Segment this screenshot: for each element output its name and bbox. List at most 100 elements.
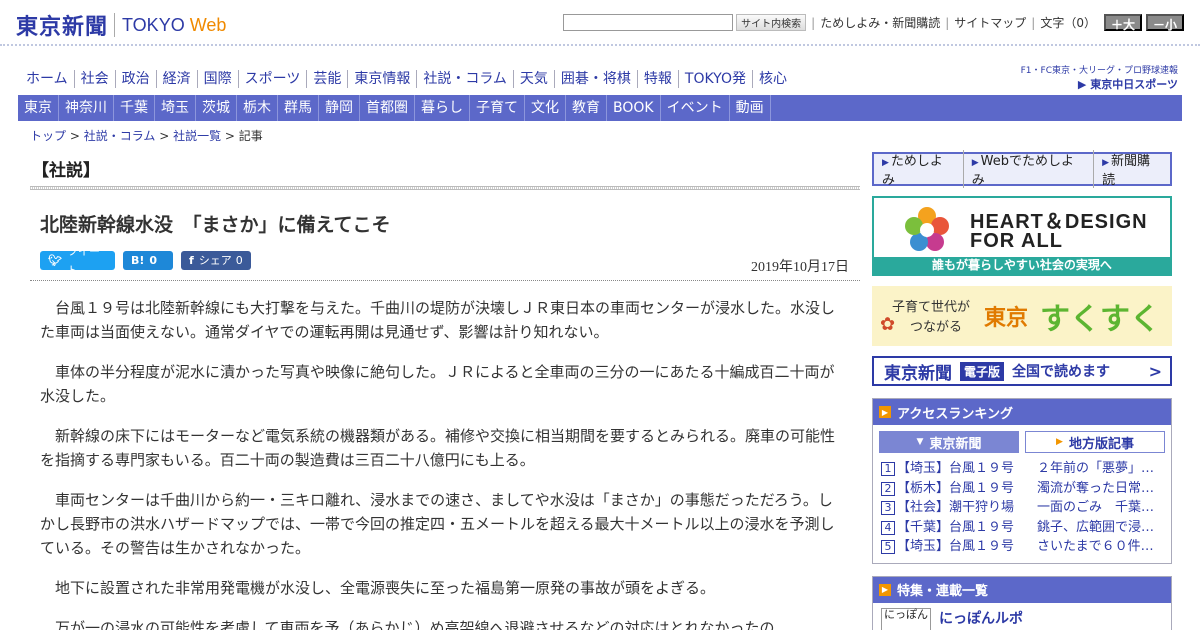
breadcrumb: トップ > 社説・コラム > 社説一覧 > 記事	[30, 127, 263, 144]
list-item[interactable]: 5 【埼玉】台風１９号 さいたまで６０件浸…	[881, 537, 1163, 557]
site-logo[interactable]: 東京新聞 TOKYO Web	[16, 9, 226, 41]
subnav-item-book[interactable]: BOOK	[607, 95, 661, 121]
web-trial-read-label: Webでためしよみ	[971, 154, 1074, 188]
subnav-item-ibaraki[interactable]: 茨城	[196, 95, 237, 121]
sukusuku-tagline-1: 子育て世代が	[892, 300, 971, 315]
nav-item-entertainment[interactable]: 芸能	[307, 70, 349, 88]
subnav-item-shizuoka[interactable]: 静岡	[319, 95, 360, 121]
nav-item-politics[interactable]: 政治	[116, 70, 157, 88]
triangle-right-icon: ▶	[1102, 158, 1109, 168]
tab-tokyo-shimbun-label: 東京新聞	[929, 436, 982, 452]
list-item[interactable]: 2 【栃木】台風１９号 濁流が奪った日常 …	[881, 479, 1163, 499]
tab-tokyo-shimbun[interactable]: ▼ 東京新聞	[879, 431, 1019, 453]
list-item[interactable]: 4 【千葉】台風１９号 銚子、広範囲で浸水…	[881, 518, 1163, 538]
digital-edition-banner[interactable]: 東京新聞 電子版 全国で読めます >	[872, 356, 1172, 386]
triangle-right-icon: ▶	[882, 158, 889, 168]
rank-title: 銚子、広範囲で浸水…	[1037, 519, 1163, 535]
nav-item-home[interactable]: ホーム	[20, 70, 75, 88]
rank-tag: 【栃木】台風１９号	[897, 480, 1015, 496]
flower-logo-icon	[905, 207, 949, 251]
rank-number: 1	[881, 462, 895, 476]
web-trial-read-link[interactable]: ▶ Webでためしよみ	[964, 150, 1095, 188]
site-search-button[interactable]: サイト内検索	[736, 14, 807, 31]
tab-regional-articles[interactable]: ▶ 地方版記事	[1025, 431, 1165, 453]
nav-item-weather[interactable]: 天気	[514, 70, 555, 88]
subnav-item-event[interactable]: イベント	[661, 95, 730, 121]
site-header: 東京新聞 TOKYO Web サイト内検索 | ためしよみ・新聞購読 | サイト…	[0, 0, 1200, 46]
subnav-item-shutoken[interactable]: 首都圏	[360, 95, 415, 121]
share-buttons: 🐦︎ ツイート B! 0 f シェア 0	[40, 245, 259, 277]
rank-number: 2	[881, 481, 895, 496]
sitemap-link[interactable]: サイトマップ	[954, 14, 1026, 31]
font-larger-button[interactable]: ＋大	[1103, 14, 1142, 32]
article-date-divider	[30, 280, 860, 281]
sukusuku-tagline-2: つながる	[910, 320, 963, 335]
header-tools: サイト内検索 | ためしよみ・新聞購読 | サイトマップ | 文字（0） ＋大 …	[563, 14, 1184, 32]
nav-item-sports[interactable]: スポーツ	[239, 70, 308, 88]
subnav-item-saitama[interactable]: 埼玉	[155, 95, 196, 121]
list-item[interactable]: 3 【社会】潮干狩り場 一面のごみ 千葉・…	[881, 498, 1163, 518]
subnav-item-education[interactable]: 教育	[566, 95, 607, 121]
rank-tag: 【埼玉】台風１９号	[897, 539, 1015, 554]
rank-title: 一面のごみ 千葉・…	[1037, 500, 1163, 515]
regional-nav: 東京 神奈川 千葉 埼玉 茨城 栃木 群馬 静岡 首都圏 暮らし 子育て 文化 …	[18, 95, 1182, 121]
subnav-item-kanagawa[interactable]: 神奈川	[59, 95, 114, 121]
rank-title: ２年前の「悪夢」再…	[1037, 461, 1163, 476]
subnav-item-gunma[interactable]: 群馬	[278, 95, 319, 121]
list-item[interactable]: 1 【埼玉】台風１９号 ２年前の「悪夢」再…	[881, 459, 1163, 479]
logo-web: Web	[189, 14, 227, 35]
subnav-item-living[interactable]: 暮らし	[415, 95, 470, 121]
triangle-right-icon: ▶	[1056, 437, 1063, 447]
trial-read-label: ためしよみ	[882, 154, 943, 188]
heart-design-banner[interactable]: HEART＆DESIGN FOR ALL 誰もが暮らしやすい社会の実現へ	[872, 196, 1172, 276]
nav-item-go-shogi[interactable]: 囲碁・将棋	[555, 70, 638, 88]
rank-tag: 【千葉】台風１９号	[897, 519, 1015, 535]
tokyo-sukusuku-banner[interactable]: ✿ 子育て世代が つながる 東京 すくすく	[872, 286, 1172, 346]
square-arrow-icon: ▶	[879, 583, 891, 596]
feature-item[interactable]: にっぽん にっぽんルポ	[873, 603, 1171, 630]
nav-item-tokyo-hatsu[interactable]: TOKYO発	[679, 70, 753, 88]
logo-divider	[114, 13, 116, 37]
subnav-item-culture[interactable]: 文化	[525, 95, 566, 121]
triangle-down-icon: ▼	[916, 437, 924, 447]
hatena-bookmark-button[interactable]: B! 0	[123, 251, 173, 270]
sukusuku-title: すくすく	[1040, 302, 1160, 337]
sidebar: ▶ ためしよみ ▶ Webでためしよみ ▶ 新聞購読 HEART＆DESIGN FOR…	[872, 150, 1172, 630]
article-headline: 北陸新幹線水没 「まさか」に備えてこそ	[40, 214, 391, 236]
font-smaller-button[interactable]: －小	[1145, 14, 1184, 32]
trial-subscribe-link[interactable]: ためしよみ・新聞購読	[820, 14, 940, 31]
chunichi-sports-banner[interactable]: F1・FC東京・大リーグ・プロ野球速報 ▶ 東京中日スポーツ	[1021, 63, 1178, 92]
header-dotted-divider	[0, 44, 1200, 47]
tweet-label: ツイート	[66, 244, 100, 277]
nav-item-society[interactable]: 社会	[75, 70, 116, 88]
nav-item-tokuho[interactable]: 特報	[638, 70, 679, 88]
tweet-button[interactable]: 🐦︎ ツイート	[40, 245, 115, 277]
chunichi-logo: ▶ 東京中日スポーツ	[1077, 78, 1178, 91]
logo-japanese: 東京新聞	[16, 14, 109, 40]
nav-item-editorial-column[interactable]: 社説・コラム	[417, 70, 514, 88]
subnav-item-parenting[interactable]: 子育て	[470, 95, 525, 121]
subnav-item-tochigi[interactable]: 栃木	[237, 95, 278, 121]
rank-number: 3	[881, 501, 895, 515]
article-paragraph: 万が一の浸水の可能性を考慮して車両を予（あらかじ）め高架線へ退避させるなどの対応…	[55, 619, 775, 630]
breadcrumb-current: 記事	[238, 129, 263, 143]
ranking-header: ▶ アクセスランキング	[873, 399, 1171, 425]
facebook-share-button[interactable]: f シェア 0	[181, 251, 251, 270]
subnav-item-video[interactable]: 動画	[730, 95, 771, 121]
article-paragraph: 車体の半分程度が泥水に漬かった写真や映像に絶句した。ＪＲによると全車両の三分の一…	[40, 363, 835, 405]
nav-item-international[interactable]: 国際	[198, 70, 239, 88]
nav-item-economy[interactable]: 経済	[157, 70, 198, 88]
hatena-count: 0	[149, 254, 158, 267]
subnav-item-tokyo[interactable]: 東京	[18, 95, 59, 121]
breadcrumb-separator: >	[224, 129, 239, 143]
breadcrumb-editorial-column[interactable]: 社説・コラム	[84, 129, 156, 143]
breadcrumb-top[interactable]: トップ	[30, 129, 66, 143]
nav-item-tokyo-info[interactable]: 東京情報	[348, 70, 418, 88]
nav-item-kakushin[interactable]: 核心	[753, 70, 793, 88]
trial-read-link[interactable]: ▶ ためしよみ	[874, 150, 964, 188]
divider: |	[945, 15, 950, 30]
subnav-item-chiba[interactable]: 千葉	[114, 95, 155, 121]
subscribe-link[interactable]: ▶ 新聞購読	[1094, 150, 1170, 188]
search-input[interactable]	[563, 14, 734, 31]
breadcrumb-editorial-list[interactable]: 社説一覧	[173, 129, 221, 143]
